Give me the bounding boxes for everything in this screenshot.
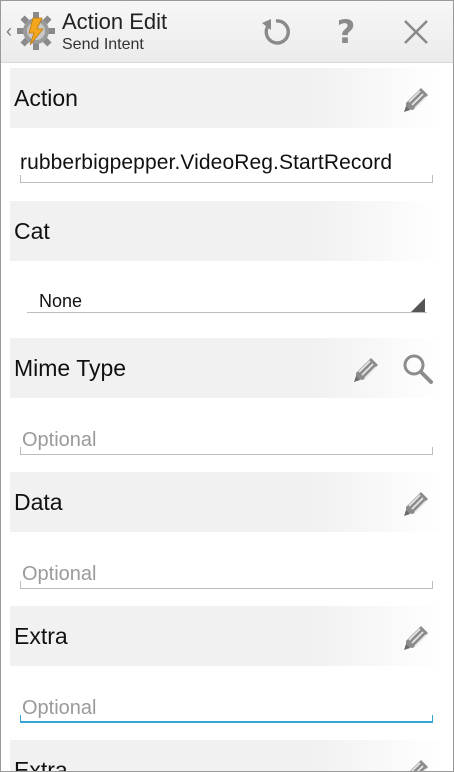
undo-button[interactable] [256, 12, 296, 52]
section-label-mime-type: Mime Type [14, 355, 127, 381]
tasker-gear-icon[interactable] [16, 11, 56, 51]
section-data: Data [10, 472, 444, 532]
section-action: Action [10, 68, 444, 128]
section-cat: Cat [10, 201, 444, 261]
edit-pencil-icon[interactable] [400, 754, 434, 772]
dropdown-corner-icon[interactable] [411, 298, 425, 312]
section-label-action: Action [14, 85, 78, 111]
help-button[interactable]: ? [326, 12, 366, 52]
edit-pencil-icon[interactable] [400, 486, 434, 520]
action-field-underline [20, 175, 433, 183]
screen: ‹ Action Edit Send Intent ? Action rubbe… [0, 0, 454, 772]
help-icon: ? [336, 13, 356, 51]
cat-spinner-underline [27, 312, 427, 313]
section-extra-2: Extra [10, 740, 444, 772]
edit-pencil-icon[interactable] [400, 82, 434, 116]
page-subtitle: Send Intent [62, 36, 144, 53]
action-bar: ‹ Action Edit Send Intent ? [1, 1, 453, 63]
extra-underline-focused [20, 715, 433, 723]
close-button[interactable] [396, 12, 436, 52]
mime-type-underline [20, 447, 433, 455]
close-icon [404, 20, 428, 44]
page-title: Action Edit [62, 9, 168, 34]
section-label-data: Data [14, 489, 63, 515]
undo-icon [262, 19, 290, 45]
edit-pencil-icon[interactable] [350, 352, 384, 386]
section-extra: Extra [10, 606, 444, 666]
section-mime-type: Mime Type [10, 338, 444, 398]
edit-pencil-icon[interactable] [400, 620, 434, 654]
cat-spinner[interactable]: None [27, 285, 427, 315]
up-chevron-icon[interactable]: ‹ [6, 22, 12, 40]
section-label-cat: Cat [14, 218, 50, 244]
action-field[interactable]: rubberbigpepper.VideoReg.StartRecord [20, 151, 392, 175]
search-icon[interactable] [401, 352, 435, 386]
section-label-extra: Extra [14, 623, 68, 649]
data-underline [20, 581, 433, 589]
title-group: Action Edit Send Intent [62, 9, 167, 55]
cat-spinner-value: None [39, 291, 83, 311]
section-label-extra-2: Extra [14, 757, 68, 772]
